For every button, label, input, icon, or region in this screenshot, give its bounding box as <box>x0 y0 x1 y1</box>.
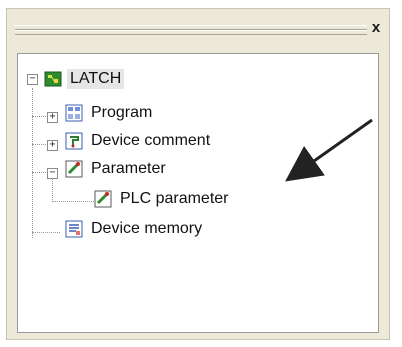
project-navigator-window: x − LATCH + Program + Device comment − P… <box>0 0 402 347</box>
annotation-arrow <box>285 118 373 182</box>
